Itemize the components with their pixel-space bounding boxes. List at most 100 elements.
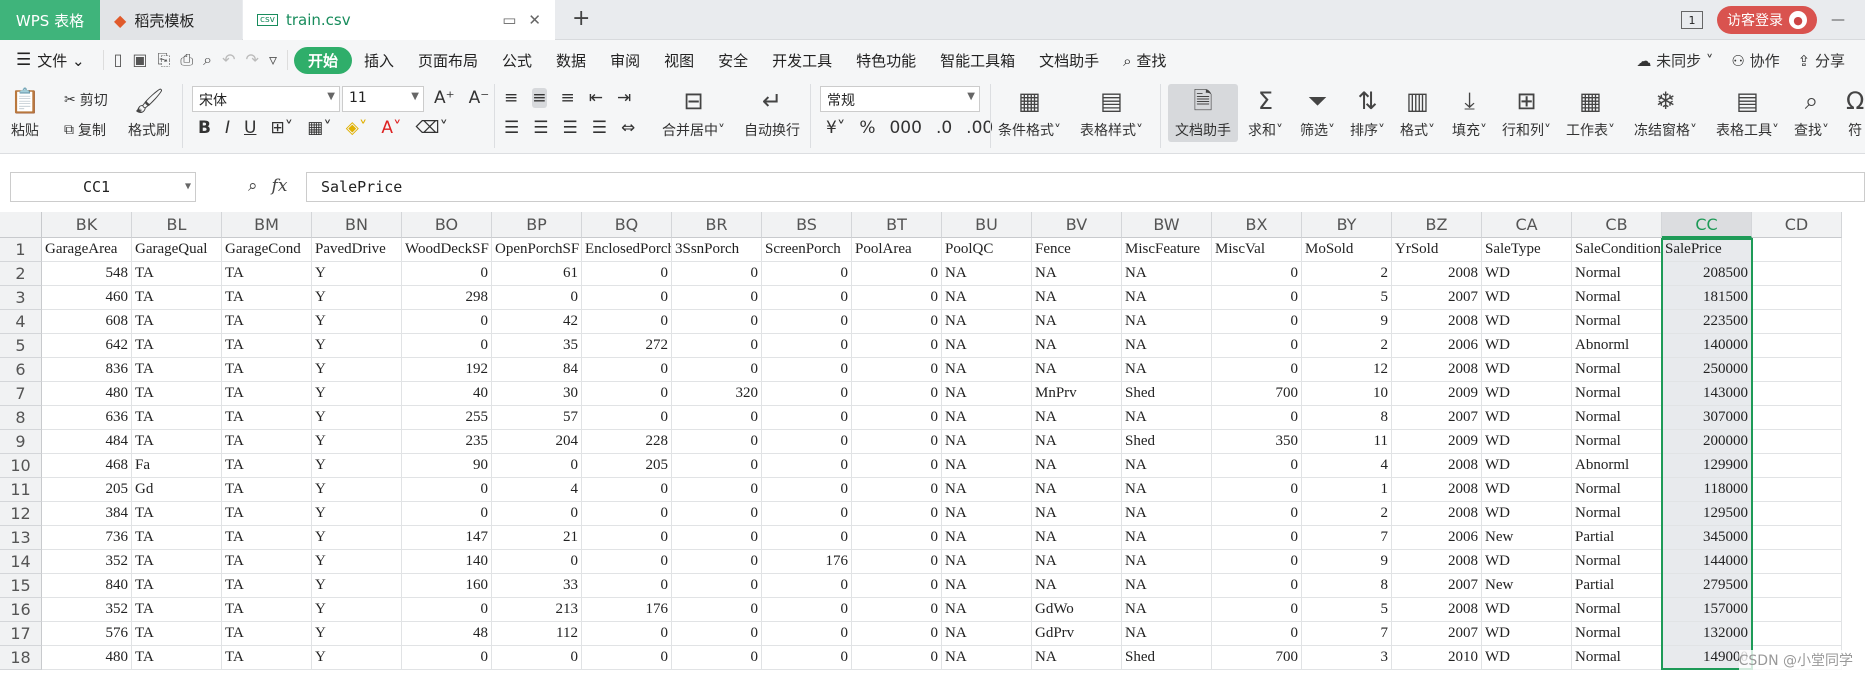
table-cell[interactable]: Y bbox=[312, 310, 402, 334]
table-cell[interactable]: Normal bbox=[1572, 310, 1662, 334]
table-cell[interactable]: 0 bbox=[1212, 622, 1302, 646]
table-cell[interactable]: NA bbox=[942, 526, 1032, 550]
table-cell[interactable]: NA bbox=[1122, 286, 1212, 310]
table-cell[interactable] bbox=[1752, 406, 1842, 430]
table-cell[interactable]: 0 bbox=[1212, 502, 1302, 526]
table-cell[interactable]: 0 bbox=[1212, 262, 1302, 286]
table-cell[interactable]: 42 bbox=[492, 310, 582, 334]
table-cell[interactable]: 8 bbox=[1302, 574, 1392, 598]
table-cell[interactable]: GdPrv bbox=[1032, 622, 1122, 646]
table-cell[interactable]: 0 bbox=[852, 262, 942, 286]
table-cell[interactable]: NA bbox=[942, 622, 1032, 646]
table-cell[interactable]: 0 bbox=[852, 286, 942, 310]
table-cell[interactable]: 181500 bbox=[1662, 286, 1752, 310]
table-cell[interactable]: 736 bbox=[42, 526, 132, 550]
table-cell[interactable]: NA bbox=[942, 262, 1032, 286]
table-cell[interactable]: 2008 bbox=[1392, 454, 1482, 478]
table-cell[interactable] bbox=[1752, 310, 1842, 334]
table-cell[interactable]: 460 bbox=[42, 286, 132, 310]
table-cell[interactable]: 0 bbox=[582, 406, 672, 430]
table-cell[interactable]: 0 bbox=[1212, 550, 1302, 574]
table-cell[interactable]: WD bbox=[1482, 478, 1572, 502]
table-cell[interactable]: 0 bbox=[762, 262, 852, 286]
table-cell[interactable]: 0 bbox=[582, 646, 672, 670]
table-cell[interactable]: 143000 bbox=[1662, 382, 1752, 406]
column-header-cb[interactable]: CB bbox=[1572, 212, 1662, 238]
table-cell[interactable]: TA bbox=[222, 262, 312, 286]
table-cell[interactable]: TA bbox=[222, 454, 312, 478]
table-cell[interactable] bbox=[1752, 622, 1842, 646]
table-cell[interactable]: 61 bbox=[492, 262, 582, 286]
table-cell[interactable]: 48 bbox=[402, 622, 492, 646]
table-cell[interactable]: Abnorml bbox=[1572, 454, 1662, 478]
table-cell[interactable]: NA bbox=[1122, 478, 1212, 502]
table-cell[interactable]: 350 bbox=[1212, 430, 1302, 454]
table-cell[interactable]: 12 bbox=[1302, 358, 1392, 382]
table-style-button[interactable]: ▤ 表格样式˅ bbox=[1080, 86, 1143, 140]
table-cell[interactable]: WD bbox=[1482, 502, 1572, 526]
table-cell[interactable]: New bbox=[1482, 526, 1572, 550]
column-header-cd[interactable]: CD bbox=[1752, 212, 1842, 238]
table-cell[interactable]: 0 bbox=[762, 598, 852, 622]
table-cell[interactable]: NA bbox=[1032, 406, 1122, 430]
table-cell[interactable] bbox=[1752, 550, 1842, 574]
table-cell[interactable]: NA bbox=[1032, 358, 1122, 382]
header-cell[interactable]: OpenPorchSF bbox=[492, 238, 582, 262]
table-cell[interactable]: NA bbox=[1122, 406, 1212, 430]
table-cell[interactable]: 0 bbox=[492, 502, 582, 526]
header-cell[interactable]: GarageCond bbox=[222, 238, 312, 262]
table-cell[interactable]: 204 bbox=[492, 430, 582, 454]
table-cell[interactable]: NA bbox=[942, 574, 1032, 598]
guest-login-button[interactable]: 访客登录 ● bbox=[1717, 6, 1817, 34]
table-cell[interactable]: 213 bbox=[492, 598, 582, 622]
table-cell[interactable]: NA bbox=[942, 334, 1032, 358]
table-cell[interactable]: 2 bbox=[1302, 334, 1392, 358]
column-header-bm[interactable]: BM bbox=[222, 212, 312, 238]
table-cell[interactable]: 480 bbox=[42, 646, 132, 670]
table-cell[interactable]: 4 bbox=[1302, 454, 1392, 478]
table-cell[interactable]: 228 bbox=[582, 430, 672, 454]
table-cell[interactable]: Y bbox=[312, 526, 402, 550]
table-cell[interactable]: 2007 bbox=[1392, 286, 1482, 310]
header-cell[interactable]: YrSold bbox=[1392, 238, 1482, 262]
table-cell[interactable]: NA bbox=[942, 286, 1032, 310]
table-cell[interactable] bbox=[1752, 358, 1842, 382]
table-cell[interactable]: Shed bbox=[1122, 646, 1212, 670]
column-header-bs[interactable]: BS bbox=[762, 212, 852, 238]
table-cell[interactable]: Normal bbox=[1572, 358, 1662, 382]
font-color-icon[interactable]: A˅ bbox=[381, 118, 401, 138]
copy-button[interactable]: ⧉ 复制 bbox=[64, 120, 106, 140]
table-cell[interactable]: Normal bbox=[1572, 598, 1662, 622]
table-cell[interactable]: TA bbox=[132, 622, 222, 646]
table-cell[interactable]: 0 bbox=[672, 406, 762, 430]
table-cell[interactable]: TA bbox=[132, 334, 222, 358]
menu-item-security[interactable]: 安全 bbox=[706, 50, 760, 71]
table-cell[interactable]: NA bbox=[942, 310, 1032, 334]
table-cell[interactable]: 0 bbox=[582, 550, 672, 574]
table-cell[interactable]: Normal bbox=[1572, 646, 1662, 670]
table-cell[interactable]: WD bbox=[1482, 646, 1572, 670]
share-button[interactable]: ⇪ 分享 bbox=[1798, 50, 1845, 71]
header-cell[interactable]: ScreenPorch bbox=[762, 238, 852, 262]
format-button[interactable]: ▥ 格式˅ bbox=[1400, 86, 1435, 140]
column-header-bk[interactable]: BK bbox=[42, 212, 132, 238]
table-cell[interactable]: Normal bbox=[1572, 478, 1662, 502]
table-cell[interactable]: NA bbox=[1032, 526, 1122, 550]
paste-button[interactable]: 📋 粘贴 bbox=[10, 86, 40, 140]
table-cell[interactable]: 0 bbox=[762, 622, 852, 646]
table-cell[interactable]: 0 bbox=[762, 526, 852, 550]
table-cell[interactable]: 2 bbox=[1302, 262, 1392, 286]
table-cell[interactable]: 0 bbox=[672, 430, 762, 454]
table-cell[interactable]: 700 bbox=[1212, 382, 1302, 406]
table-cell[interactable]: 0 bbox=[582, 262, 672, 286]
table-cell[interactable]: Y bbox=[312, 430, 402, 454]
table-cell[interactable]: TA bbox=[132, 406, 222, 430]
table-cell[interactable]: 0 bbox=[672, 646, 762, 670]
table-cell[interactable]: 0 bbox=[762, 574, 852, 598]
font-name-select[interactable]: 宋体 ▼ bbox=[192, 86, 340, 112]
table-cell[interactable]: Y bbox=[312, 574, 402, 598]
menu-item-home[interactable]: 开始 bbox=[293, 46, 352, 74]
row-header[interactable]: 16 bbox=[0, 598, 42, 622]
header-cell[interactable]: MiscFeature bbox=[1122, 238, 1212, 262]
table-cell[interactable]: 307000 bbox=[1662, 406, 1752, 430]
